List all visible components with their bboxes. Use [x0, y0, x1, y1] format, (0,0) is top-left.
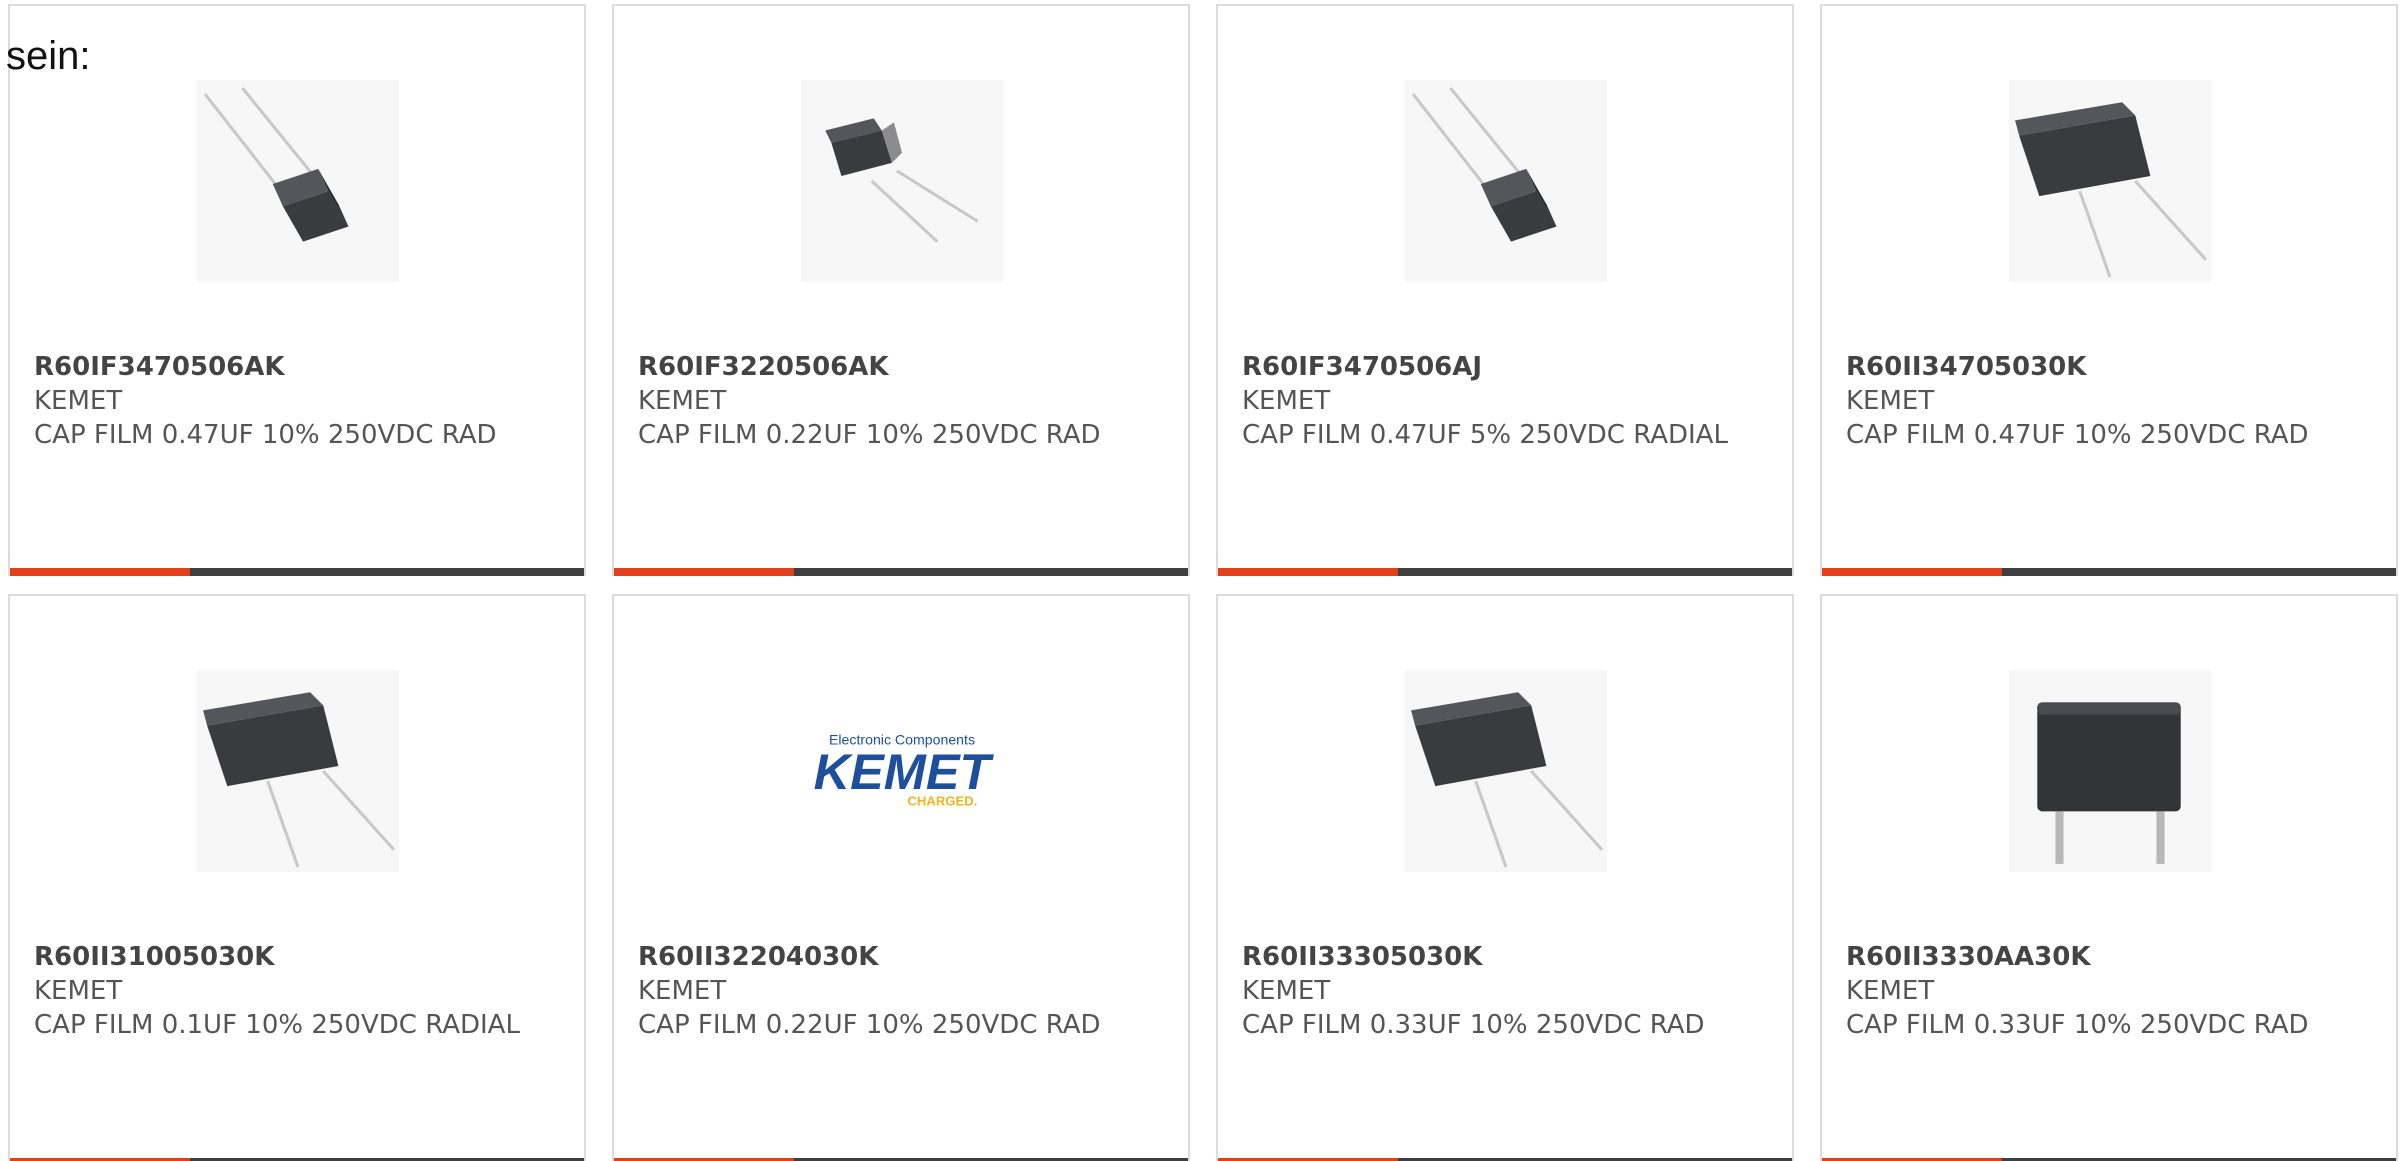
product-description: CAP FILM 0.33UF 10% 250VDC RAD — [1846, 1010, 2309, 1040]
card-bar-accent — [1218, 568, 1398, 576]
film-capacitor-icon — [2009, 670, 2211, 872]
product-card[interactable]: R60IF3470506AJ KEMET CAP FILM 0.47UF 5% … — [1216, 4, 1794, 576]
product-card[interactable]: R60II34705030K KEMET CAP FILM 0.47UF 10%… — [1820, 4, 2398, 576]
product-card[interactable]: R60II3330AA30K KEMET CAP FILM 0.33UF 10%… — [1820, 594, 2398, 1161]
product-description: CAP FILM 0.1UF 10% 250VDC RADIAL — [34, 1010, 520, 1040]
intro-text: sein: — [6, 34, 91, 78]
card-bar-accent — [614, 568, 794, 576]
product-image: Electronic Components KEMET CHARGED. — [801, 670, 1003, 872]
manufacturer-name: KEMET — [1242, 386, 1331, 416]
manufacturer-name: KEMET — [1242, 976, 1331, 1006]
product-image — [2009, 670, 2211, 872]
manufacturer-name: KEMET — [1846, 386, 1935, 416]
product-card[interactable]: R60II33305030K KEMET CAP FILM 0.33UF 10%… — [1216, 594, 1794, 1161]
part-number[interactable]: R60II31005030K — [34, 940, 554, 974]
product-card[interactable]: R60II31005030K KEMET CAP FILM 0.1UF 10% … — [8, 594, 586, 1161]
manufacturer-name: KEMET — [34, 386, 123, 416]
manufacturer-name: KEMET — [638, 976, 727, 1006]
product-description: CAP FILM 0.33UF 10% 250VDC RAD — [1242, 1010, 1705, 1040]
product-image — [197, 670, 399, 872]
part-number[interactable]: R60IF3220506AK — [638, 350, 1158, 384]
film-capacitor-icon — [801, 80, 1003, 282]
product-image — [2009, 80, 2211, 282]
product-card[interactable]: R60IF3220506AK KEMET CAP FILM 0.22UF 10%… — [612, 4, 1190, 576]
part-number[interactable]: R60II34705030K — [1846, 350, 2366, 384]
card-bar — [1822, 568, 2396, 576]
kemet-logo: Electronic Components KEMET CHARGED. — [801, 670, 1003, 872]
card-bar — [1218, 568, 1792, 576]
part-number[interactable]: R60II32204030K — [638, 940, 1158, 974]
svg-text:CHARGED.: CHARGED. — [907, 793, 977, 808]
product-image — [801, 80, 1003, 282]
manufacturer-name: KEMET — [1846, 976, 1935, 1006]
film-capacitor-icon — [2009, 80, 2211, 282]
product-image — [1405, 80, 1607, 282]
film-capacitor-icon — [197, 670, 399, 872]
part-number[interactable]: R60IF3470506AK — [34, 350, 554, 384]
card-bar — [10, 568, 584, 576]
film-capacitor-icon — [1405, 80, 1607, 282]
product-image — [197, 80, 399, 282]
manufacturer-name: KEMET — [34, 976, 123, 1006]
card-bar-accent — [1822, 568, 2002, 576]
part-number[interactable]: R60IF3470506AJ — [1242, 350, 1762, 384]
part-number[interactable]: R60II33305030K — [1242, 940, 1762, 974]
product-description: CAP FILM 0.47UF 10% 250VDC RAD — [1846, 420, 2309, 450]
product-description: CAP FILM 0.22UF 10% 250VDC RAD — [638, 420, 1101, 450]
product-description: CAP FILM 0.47UF 5% 250VDC RADIAL — [1242, 420, 1728, 450]
part-number[interactable]: R60II3330AA30K — [1846, 940, 2366, 974]
card-bar-accent — [10, 568, 190, 576]
product-card[interactable]: Electronic Components KEMET CHARGED. R60… — [612, 594, 1190, 1161]
product-description: CAP FILM 0.22UF 10% 250VDC RAD — [638, 1010, 1101, 1040]
film-capacitor-icon — [1405, 670, 1607, 872]
manufacturer-name: KEMET — [638, 386, 727, 416]
product-image — [1405, 670, 1607, 872]
svg-text:KEMET: KEMET — [814, 743, 995, 800]
film-capacitor-icon — [197, 80, 399, 282]
card-bar — [614, 568, 1188, 576]
product-card[interactable]: R60IF3470506AK KEMET CAP FILM 0.47UF 10%… — [8, 4, 586, 576]
product-description: CAP FILM 0.47UF 10% 250VDC RAD — [34, 420, 497, 450]
